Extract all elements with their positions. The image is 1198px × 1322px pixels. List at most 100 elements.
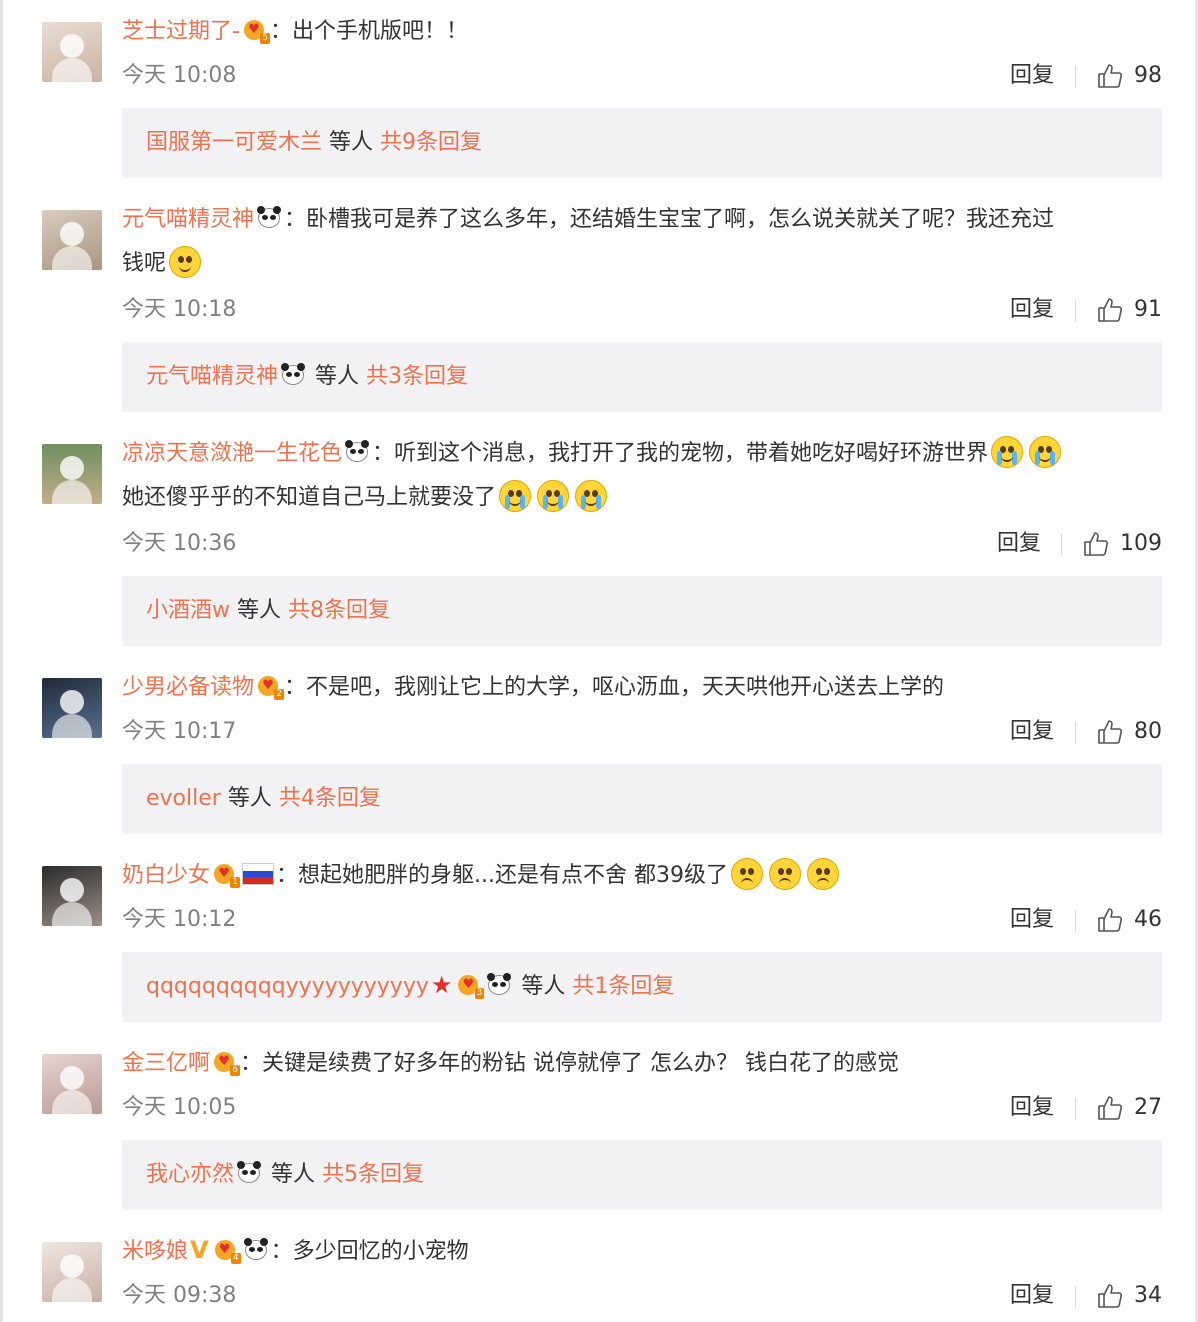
comment-text: 卧槽我可是养了这么多年，还结婚生宝宝了啊，怎么说关就关了呢？我还充过 (306, 207, 1055, 232)
panda-icon (486, 973, 512, 997)
panda-icon (344, 440, 370, 464)
reply-summary[interactable]: evoller 等人 共4条回复 (122, 764, 1162, 834)
timestamp: 今天 10:05 (122, 1095, 237, 1120)
reply-summary[interactable]: 元气喵精灵神 等人 共3条回复 (122, 342, 1162, 412)
username[interactable]: 米哆娘 (122, 1239, 188, 1264)
others-label: 等人 (237, 598, 282, 623)
divider (1075, 1098, 1076, 1120)
reply-count-link[interactable]: 共8条回复 (288, 598, 390, 623)
colon: ： (240, 1051, 263, 1076)
thumbs-up-icon (1098, 1096, 1123, 1120)
reply-username[interactable]: evoller (146, 786, 221, 811)
comment-text: 多少回忆的小宠物 (292, 1239, 469, 1264)
crying-emoji-icon (536, 479, 570, 513)
crown-level-label: 2 (274, 689, 285, 700)
avatar[interactable] (42, 678, 102, 738)
divider (1061, 534, 1062, 556)
crown-badge-icon: ♥ 4 (213, 1238, 241, 1264)
divider (1075, 722, 1076, 744)
crown-badge-icon: ♥ 6 (212, 1050, 241, 1076)
sad-emoji-icon (806, 857, 840, 891)
thumbs-up-icon (1098, 908, 1123, 932)
smile-emoji-icon (168, 245, 202, 279)
others-label: 等人 (271, 1162, 316, 1187)
verified-v-icon: V (190, 1236, 209, 1264)
reply-summary[interactable]: 小酒酒w 等人 共8条回复 (122, 576, 1162, 646)
others-label: 等人 (329, 130, 374, 155)
comment-text-continued: 她还傻乎乎的不知道自己马上就要没了 (122, 485, 497, 510)
username[interactable]: 凉凉天意潋滟一生花色 (122, 441, 342, 466)
avatar[interactable] (42, 866, 102, 926)
comment-meta: 今天 10:05 回复 27 (122, 1093, 1162, 1123)
like-button[interactable]: 46 (1096, 905, 1162, 935)
comment-meta: 今天 10:17 回复 80 (122, 717, 1162, 747)
reply-summary[interactable]: qqqqqqqqqqyyyyyyyyyyy★ ♥ 3 等人 共1条回复 (122, 952, 1162, 1022)
like-count: 109 (1120, 531, 1162, 556)
timestamp: 今天 10:12 (122, 907, 237, 932)
avatar[interactable] (42, 1242, 102, 1302)
thumbs-up-icon (1084, 532, 1109, 556)
like-button[interactable]: 27 (1096, 1093, 1162, 1123)
reply-button[interactable]: 回复 (1010, 905, 1054, 935)
thumbs-up-icon (1098, 720, 1123, 744)
crown-level-label: 6 (230, 1065, 241, 1076)
avatar[interactable] (42, 210, 102, 270)
reply-summary[interactable]: 国服第一可爱木兰 等人 共9条回复 (122, 108, 1162, 178)
reply-button[interactable]: 回复 (1010, 61, 1054, 91)
reply-username[interactable]: 小酒酒w (146, 598, 230, 623)
crown-level-label: 3 (474, 988, 485, 999)
thumbs-up-icon (1098, 64, 1123, 88)
reply-username[interactable]: 我心亦然 (146, 1162, 234, 1187)
like-button[interactable]: 34 (1096, 1281, 1162, 1311)
username[interactable]: 芝士过期了- (122, 19, 240, 44)
reply-count-link[interactable]: 共4条回复 (279, 786, 381, 811)
reply-count-link[interactable]: 共9条回复 (380, 130, 482, 155)
username[interactable]: 金三亿啊 (122, 1051, 210, 1076)
colon: ： (276, 863, 299, 888)
reply-username[interactable]: 国服第一可爱木兰 (146, 130, 322, 155)
comment-meta: 今天 09:38 回复 34 (122, 1281, 1162, 1311)
reply-button[interactable]: 回复 (1010, 295, 1054, 325)
avatar[interactable] (42, 1054, 102, 1114)
crying-emoji-icon (990, 435, 1024, 469)
colon: ： (270, 1239, 293, 1264)
like-button[interactable]: 80 (1096, 717, 1162, 747)
timestamp: 今天 10:08 (122, 63, 237, 88)
comment-text: 听到这个消息，我打开了我的宠物，带着她吃好喝好环游世界 (394, 441, 989, 466)
panda-icon (256, 206, 282, 230)
crown-level-label: 4 (230, 1253, 241, 1264)
like-button[interactable]: 91 (1096, 295, 1162, 325)
avatar[interactable] (42, 22, 102, 82)
reply-username[interactable]: 元气喵精灵神 (146, 364, 278, 389)
reply-count-link[interactable]: 共5条回复 (322, 1162, 424, 1187)
like-button[interactable]: 98 (1096, 61, 1162, 91)
comment-text: 关键是续费了好多年的粉钻 说停就停了 怎么办？ 钱白花了的感觉 (262, 1051, 900, 1076)
others-label: 等人 (227, 786, 272, 811)
divider (1075, 66, 1076, 88)
reply-button[interactable]: 回复 (1010, 1093, 1054, 1123)
reply-button[interactable]: 回复 (997, 529, 1041, 559)
panda-icon (280, 363, 306, 387)
like-button[interactable]: 109 (1082, 529, 1162, 559)
reply-button[interactable]: 回复 (1010, 717, 1054, 747)
reply-count-link[interactable]: 共1条回复 (572, 974, 674, 999)
like-count: 27 (1134, 1095, 1162, 1120)
username[interactable]: 元气喵精灵神 (122, 207, 254, 232)
like-count: 46 (1134, 907, 1162, 932)
colon: ： (269, 19, 292, 44)
crown-badge-icon: ♥ 3 (456, 973, 485, 999)
comment-text: 不是吧，我刚让它上的大学，呕心沥血，天天哄他开心送去上学的 (306, 675, 945, 700)
username[interactable]: 少男必备读物 (122, 675, 254, 700)
avatar[interactable] (42, 444, 102, 504)
panda-icon (236, 1161, 262, 1185)
username[interactable]: 奶白少女 (122, 863, 210, 888)
like-count: 98 (1134, 63, 1162, 88)
reply-count-link[interactable]: 共3条回复 (366, 364, 468, 389)
thumbs-up-icon (1098, 1284, 1123, 1308)
reply-button[interactable]: 回复 (1010, 1281, 1054, 1311)
reply-summary[interactable]: 我心亦然 等人 共5条回复 (122, 1140, 1162, 1210)
crown-badge-icon: ♥ 2 (256, 674, 285, 700)
timestamp: 今天 10:36 (122, 531, 237, 556)
thumbs-up-icon (1098, 298, 1123, 322)
reply-username[interactable]: qqqqqqqqqqyyyyyyyyyyy (146, 974, 429, 999)
